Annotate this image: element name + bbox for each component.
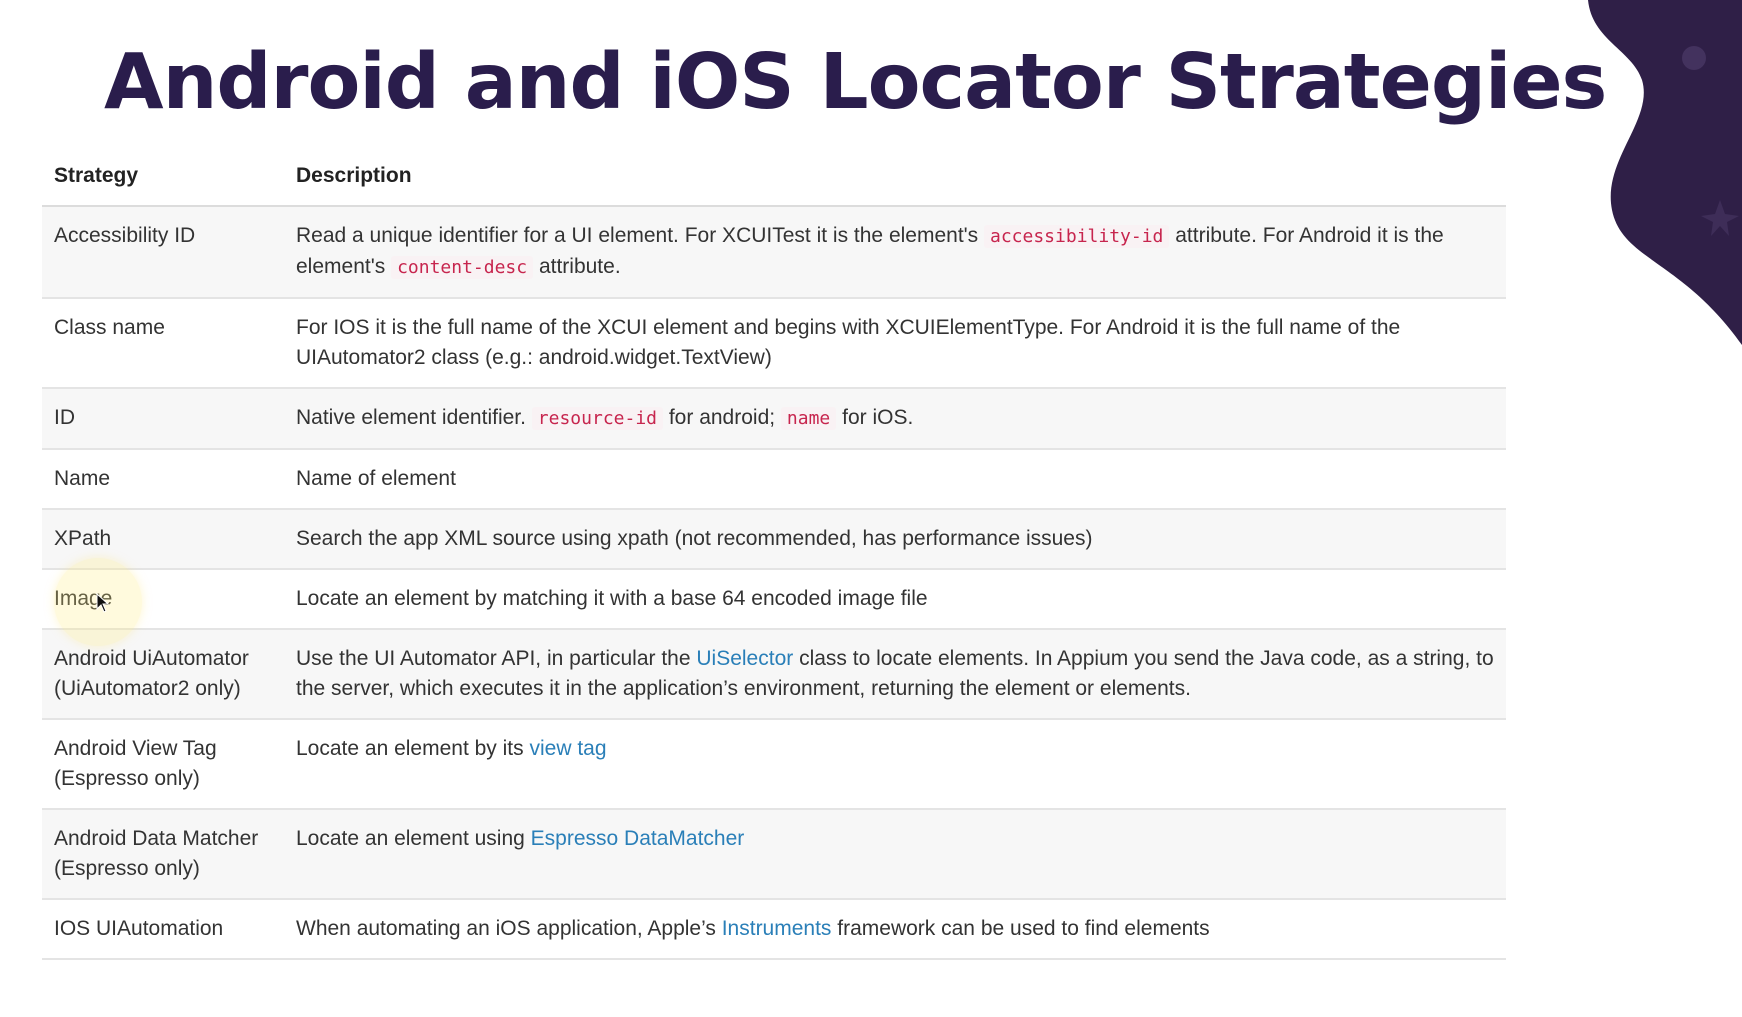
table-row: Android Data Matcher (Espresso only) Loca… bbox=[42, 809, 1506, 900]
table-row: XPath Search the app XML source using xpa… bbox=[42, 509, 1506, 570]
table-row: Accessibility ID Read a unique identifier… bbox=[42, 206, 1506, 299]
description-text: for android; bbox=[663, 406, 781, 429]
table-row: ID Native element identifier. resource-id… bbox=[42, 388, 1506, 450]
description-text: for iOS. bbox=[836, 406, 914, 429]
table-row: Android View Tag (Espresso only) Locate a… bbox=[42, 719, 1506, 810]
table-row: Name Name of element bbox=[42, 449, 1506, 510]
description-cell: Use the UI Automator API, in particular … bbox=[284, 629, 1506, 720]
description-cell: For IOS it is the full name of the XCUI … bbox=[284, 298, 1506, 389]
description-cell: Read a unique identifier for a UI elemen… bbox=[284, 206, 1506, 299]
description-text: Read a unique identifier for a UI elemen… bbox=[296, 224, 984, 247]
table-row: Android UiAutomator (UiAutomator2 only) U… bbox=[42, 629, 1506, 720]
strategy-cell: IOS UIAutomation bbox=[42, 899, 284, 960]
strategy-cell: Class name bbox=[42, 298, 284, 389]
mouse-pointer-icon bbox=[96, 593, 110, 613]
strategy-cell: Android UiAutomator (UiAutomator2 only) bbox=[42, 629, 284, 720]
strategy-cell: XPath bbox=[42, 509, 284, 570]
doc-link[interactable]: UiSelector bbox=[696, 647, 793, 670]
strategy-cell: Android Data Matcher (Espresso only) bbox=[42, 809, 284, 900]
table-body: Accessibility ID Read a unique identifier… bbox=[42, 206, 1506, 960]
description-cell: Name of element bbox=[284, 449, 1506, 510]
description-text: Name of element bbox=[296, 467, 456, 490]
description-column-header: Description bbox=[284, 150, 1506, 207]
description-cell: Native element identifier. resource-id f… bbox=[284, 388, 1506, 450]
locator-strategies-table: Strategy Description Accessibility ID Rea… bbox=[42, 150, 1506, 960]
blob-dot-icon bbox=[1682, 46, 1706, 70]
code-token: resource-id bbox=[531, 407, 664, 430]
code-token: name bbox=[780, 407, 837, 430]
table-row: Class name For IOS it is the full name of… bbox=[42, 298, 1506, 389]
strategy-column-header: Strategy bbox=[42, 150, 284, 207]
description-cell: Search the app XML source using xpath (n… bbox=[284, 509, 1506, 570]
description-text: For IOS it is the full name of the XCUI … bbox=[296, 316, 1401, 369]
code-token: content-desc bbox=[391, 256, 534, 279]
description-text: Use the UI Automator API, in particular … bbox=[296, 647, 697, 670]
description-cell: Locate an element using Espresso DataMat… bbox=[284, 809, 1506, 900]
table-row: IOS UIAutomation When automating an iOS a… bbox=[42, 899, 1506, 960]
doc-link[interactable]: Espresso DataMatcher bbox=[531, 827, 745, 850]
description-text: Locate an element by its bbox=[296, 737, 530, 760]
strategy-cell: Accessibility ID bbox=[42, 206, 284, 299]
doc-link[interactable]: Instruments bbox=[722, 917, 832, 940]
description-cell: When automating an iOS application, Appl… bbox=[284, 899, 1506, 960]
strategy-cell: Name bbox=[42, 449, 284, 510]
description-text: Native element identifier. bbox=[296, 406, 532, 429]
description-text: Locate an element by matching it with a … bbox=[296, 587, 928, 610]
description-text: Locate an element using bbox=[296, 827, 531, 850]
description-cell: Locate an element by matching it with a … bbox=[284, 569, 1506, 630]
table-header-row: Strategy Description bbox=[42, 150, 1506, 207]
description-text: Search the app XML source using xpath (n… bbox=[296, 527, 1093, 550]
description-text: framework can be used to find elements bbox=[831, 917, 1210, 940]
slide-title: Android and iOS Locator Strategies bbox=[104, 38, 1607, 127]
description-cell: Locate an element by its view tag bbox=[284, 719, 1506, 810]
description-text: attribute. bbox=[533, 255, 621, 278]
table-row: Image Locate an element by matching it wi… bbox=[42, 569, 1506, 630]
slide: Android and iOS Locator Strategies Strat… bbox=[0, 0, 1742, 1017]
code-token: accessibility-id bbox=[984, 225, 1170, 248]
doc-link[interactable]: view tag bbox=[529, 737, 606, 760]
strategy-cell: ID bbox=[42, 388, 284, 450]
strategy-cell: Android View Tag (Espresso only) bbox=[42, 719, 284, 810]
description-text: When automating an iOS application, Appl… bbox=[296, 917, 722, 940]
